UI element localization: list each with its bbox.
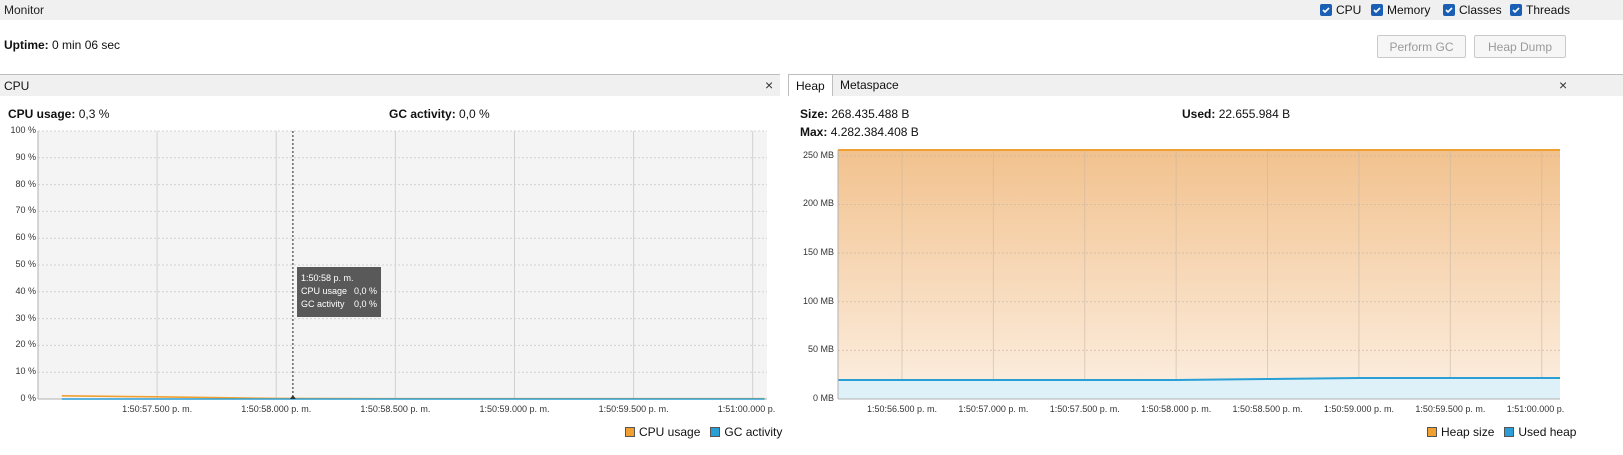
y-tick-label: 0 MB [812, 393, 834, 403]
cpu-panel-header: CPU × [0, 74, 780, 96]
tooltip-cpu-value: 0,0 % [353, 286, 377, 296]
gc-activity-value: 0,0 % [459, 107, 490, 121]
x-tick-label: 1:50:58.500 p. m. [360, 404, 431, 414]
y-tick-label: 80 % [15, 178, 36, 189]
y-tick-label: 250 MB [802, 149, 834, 160]
x-tick-label: 1:51:00.000 p. [717, 404, 776, 414]
heap-size-value: 268.435.488 B [831, 107, 910, 121]
close-icon[interactable]: × [765, 77, 773, 93]
x-tick-label: 1:50:57.000 p. m. [958, 404, 1029, 414]
x-tick-label: 1:51:00.000 p. [1506, 404, 1565, 414]
gc-activity-stat: GC activity: 0,0 % [389, 107, 490, 121]
heap-size-stat: Size: 268.435.488 B [800, 107, 909, 121]
tooltip-row-cpu: CPU usage 0,0 % [301, 285, 377, 298]
top-bar: Monitor CPU Memory Classes Threads [0, 0, 1623, 20]
chart-tooltip: 1:50:58 p. m. CPU usage 0,0 % GC activit… [297, 267, 381, 317]
memory-panel-header: × [788, 74, 1623, 96]
threads-checkbox[interactable]: Threads [1510, 3, 1570, 17]
checkmark-icon [1371, 4, 1383, 16]
cpu-checkbox-label: CPU [1336, 3, 1362, 17]
heap-used-stat: Used: 22.655.984 B [1182, 107, 1290, 121]
tooltip-cpu-label: CPU usage [301, 286, 348, 296]
cpu-usage-stat: CPU usage: 0,3 % [8, 107, 109, 121]
tab-heap[interactable]: Heap [788, 74, 833, 96]
tooltip-time: 1:50:58 p. m. [301, 273, 354, 283]
x-tick-label: 1:50:58.500 p. m. [1232, 404, 1303, 414]
heap-chart [837, 149, 1560, 400]
heap-size-area [838, 150, 1560, 399]
classes-checkbox[interactable]: Classes [1443, 3, 1502, 17]
heap-used-value: 22.655.984 B [1218, 107, 1291, 121]
heap-used-label: Used: [1182, 107, 1216, 121]
y-tick-label: 50 % [15, 259, 36, 269]
heap-legend: Heap size Used heap [1427, 425, 1576, 439]
x-tick-label: 1:50:59.500 p. m. [1415, 404, 1486, 414]
classes-checkbox-label: Classes [1459, 3, 1502, 17]
y-tick-label: 70 % [15, 205, 36, 216]
perform-gc-button[interactable]: Perform GC [1377, 35, 1466, 58]
legend-label-cpu: CPU usage [639, 425, 701, 439]
heap-max-label: Max: [800, 125, 828, 139]
x-tick-label: 1:50:57.500 p. m. [122, 404, 193, 414]
legend-label-heap-size: Heap size [1441, 425, 1495, 439]
memory-checkbox[interactable]: Memory [1371, 3, 1430, 17]
y-tick-label: 100 MB [802, 295, 834, 306]
legend-swatch-gc [710, 427, 721, 437]
heap-size-label: Size: [800, 107, 829, 121]
x-tick-label: 1:50:57.500 p. m. [1049, 404, 1120, 414]
checkmark-icon [1443, 4, 1455, 16]
monitor-title: Monitor [4, 3, 45, 17]
x-tick-label: 1:50:59.000 p. m. [479, 404, 550, 414]
uptime-display: Uptime: 0 min 06 sec [4, 38, 120, 52]
tooltip-gc-value: 0,0 % [353, 299, 377, 309]
y-tick-label: 200 MB [802, 198, 834, 209]
gc-activity-label: GC activity: [389, 107, 456, 121]
x-tick-label: 1:50:59.000 p. m. [1323, 404, 1394, 414]
x-tick-label: 1:50:58.000 p. m. [1141, 404, 1212, 414]
legend-swatch-cpu [625, 427, 635, 437]
cpu-usage-value: 0,3 % [78, 107, 110, 121]
legend-label-used-heap: Used heap [1518, 425, 1577, 439]
tooltip-row-gc: GC activity 0,0 % [301, 298, 377, 311]
x-tick-label: 1:50:59.500 p. m. [598, 404, 669, 414]
cpu-chart [37, 130, 767, 400]
used-heap-area [838, 377, 1560, 399]
memory-checkbox-label: Memory [1387, 3, 1431, 17]
y-tick-label: 0 % [20, 393, 36, 403]
heap-dump-button[interactable]: Heap Dump [1474, 35, 1566, 58]
tooltip-gc-label: GC activity [301, 299, 345, 309]
y-tick-label: 30 % [15, 312, 36, 323]
y-tick-label: 40 % [15, 285, 36, 296]
y-tick-label: 10 % [15, 366, 36, 377]
y-tick-label: 20 % [15, 339, 36, 350]
x-tick-label: 1:50:58.000 p. m. [241, 404, 312, 414]
heap-max-stat: Max: 4.282.384.408 B [800, 125, 919, 139]
uptime-value: 0 min 06 sec [52, 38, 121, 52]
uptime-label: Uptime: [4, 38, 49, 52]
y-tick-label: 150 MB [802, 247, 834, 258]
legend-swatch-heap-size [1427, 427, 1437, 437]
heap-max-value: 4.282.384.408 B [830, 125, 919, 139]
y-tick-label: 90 % [15, 151, 36, 162]
y-tick-label: 100 % [10, 125, 36, 135]
cpu-panel-title: CPU [4, 79, 30, 93]
y-tick-label: 50 MB [807, 344, 834, 355]
cpu-checkbox[interactable]: CPU [1320, 3, 1361, 17]
checkmark-icon [1320, 4, 1332, 16]
legend-label-gc: GC activity [724, 425, 783, 439]
cpu-legend: CPU usage GC activity [625, 425, 782, 439]
cpu-usage-label: CPU usage: [8, 107, 76, 121]
close-icon[interactable]: × [1559, 77, 1567, 93]
tab-metaspace[interactable]: Metaspace [833, 74, 906, 96]
x-tick-label: 1:50:56.500 p. m. [866, 404, 938, 414]
checkmark-icon [1510, 4, 1522, 16]
legend-swatch-used-heap [1504, 427, 1515, 437]
y-tick-label: 60 % [15, 232, 36, 243]
threads-checkbox-label: Threads [1526, 3, 1571, 17]
